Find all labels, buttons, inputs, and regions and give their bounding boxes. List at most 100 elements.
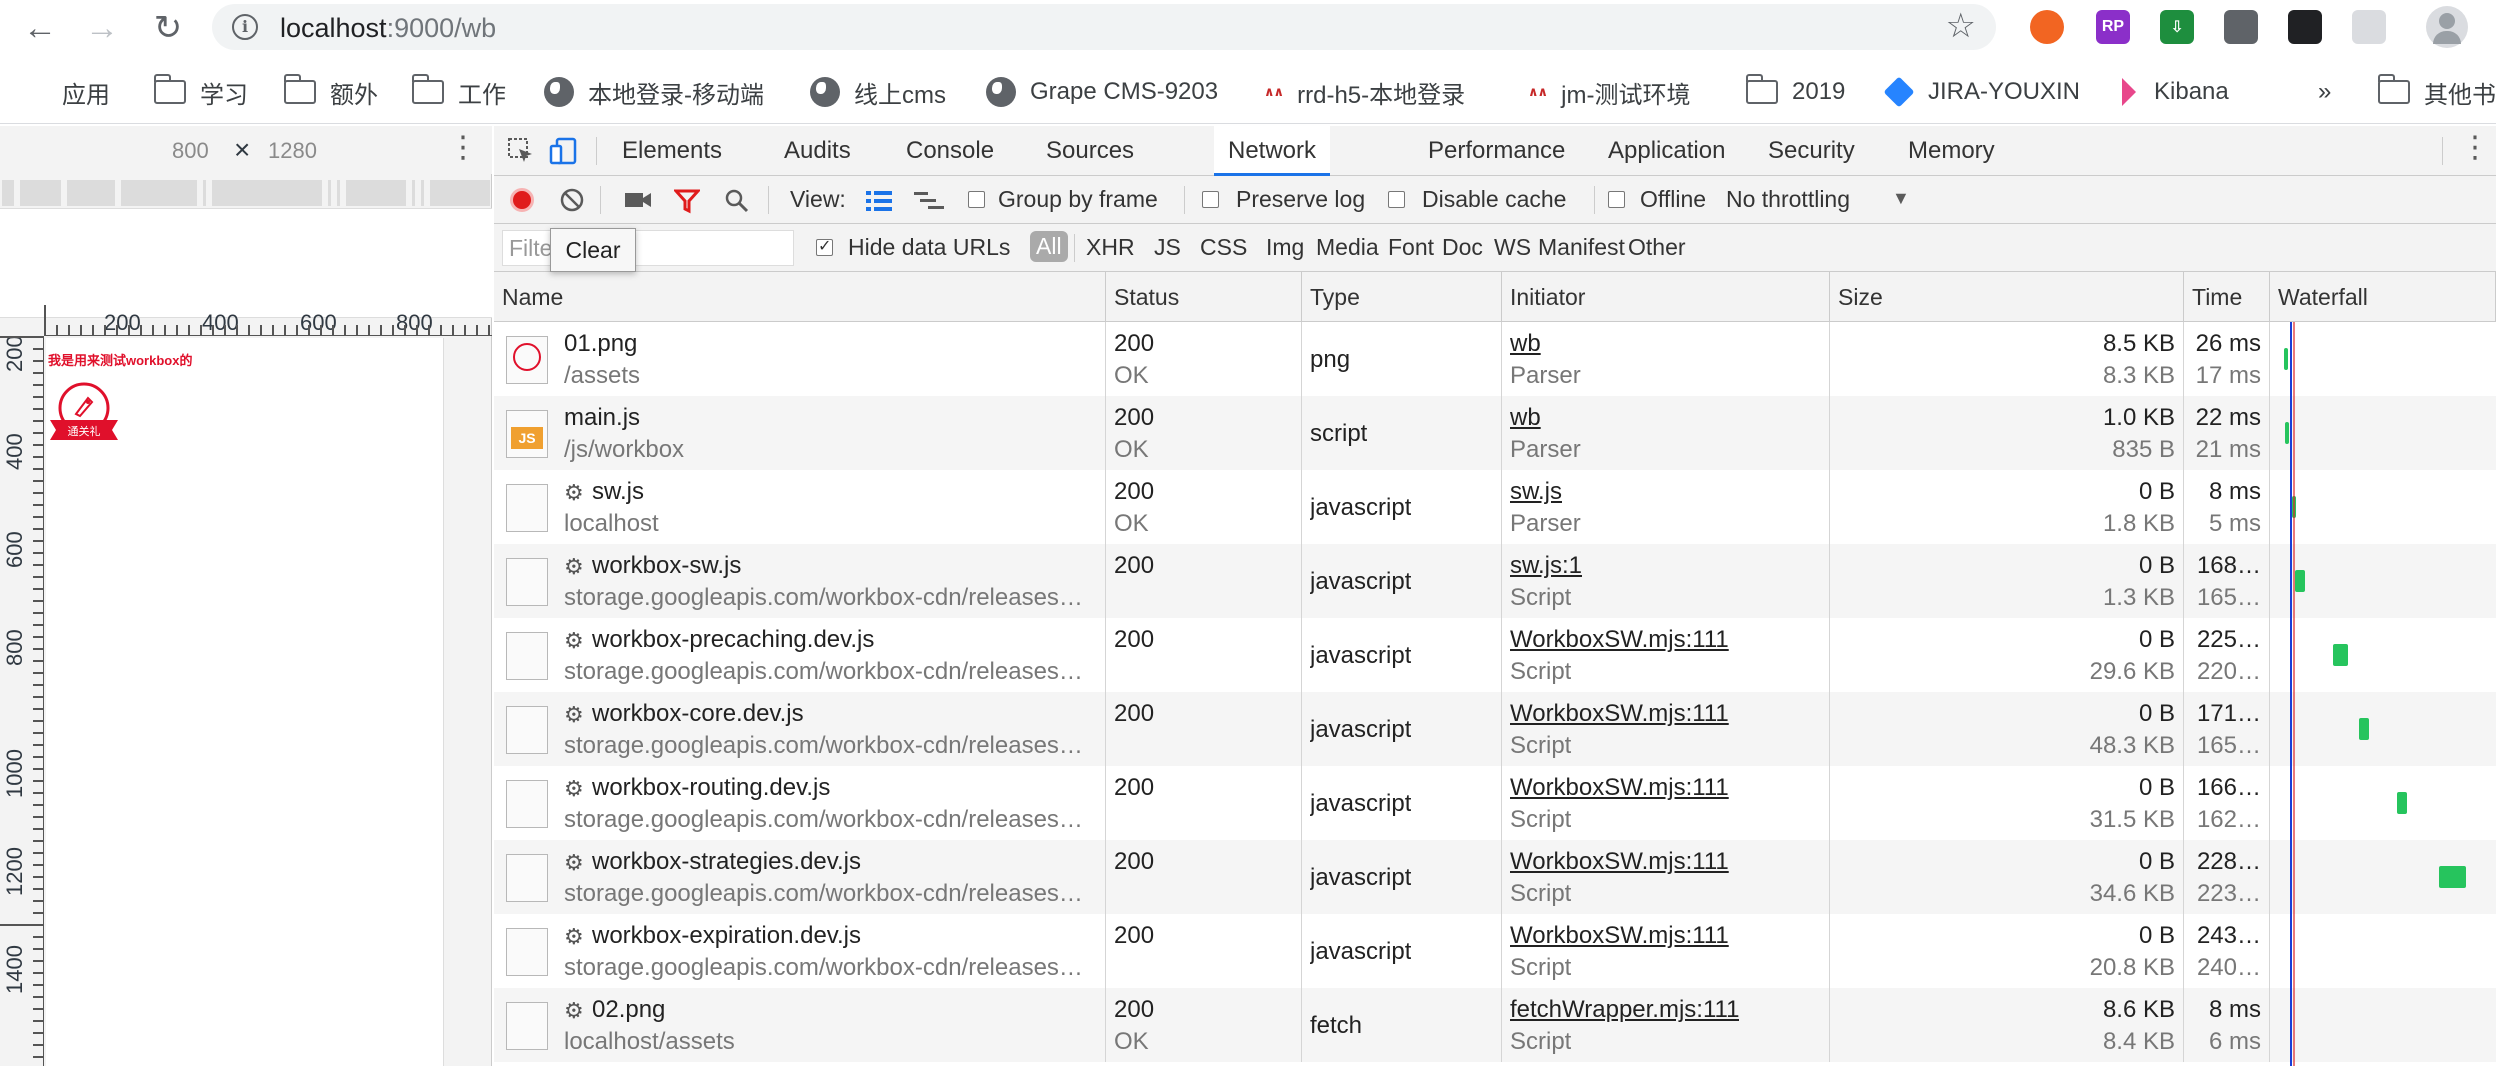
table-row[interactable]: ⚙ 02.png localhost/assets 200 OK fetch fetchWr… <box>494 988 2496 1062</box>
filter-type-css[interactable]: CSS <box>1200 234 1247 261</box>
tab-security[interactable]: Security <box>1768 126 1855 176</box>
initiator-link[interactable]: sw.js:1 <box>1510 552 1582 580</box>
bookmark-star-icon[interactable]: ☆ <box>1946 6 1976 46</box>
throttling-dropdown-icon[interactable]: ▼ <box>1892 188 1910 209</box>
filter-type-doc[interactable]: Doc <box>1442 234 1483 261</box>
table-row[interactable]: ⚙ sw.js localhost 200 OK javascript sw.js Parse… <box>494 470 2496 544</box>
column-header-waterfall[interactable]: Waterfall <box>2270 272 2496 322</box>
tab-sources[interactable]: Sources <box>1046 126 1134 176</box>
filter-type-xhr[interactable]: XHR <box>1086 234 1135 261</box>
bookmark-item[interactable]: Kibana <box>2122 74 2229 110</box>
device-height-input[interactable]: 1280 <box>268 138 317 164</box>
device-width-input[interactable]: 800 <box>172 138 209 164</box>
filter-type-manifest[interactable]: Manifest <box>1538 234 1625 261</box>
waterfall-cell[interactable] <box>2270 396 2496 470</box>
waterfall-cell[interactable] <box>2270 840 2496 914</box>
bookmark-item[interactable]: ∧∧ rrd-h5-本地登录 <box>1264 74 1465 110</box>
bookmark-item[interactable]: ∧∧ jm-测试环境 <box>1528 74 1690 110</box>
device-menu-icon[interactable]: ⋮ <box>448 130 478 165</box>
ext-orange-ring-icon[interactable] <box>2030 10 2064 44</box>
table-row[interactable]: ⚙ workbox-sw.js storage.googleapis.com/wor… <box>494 544 2496 618</box>
large-rows-view-icon[interactable] <box>866 190 892 212</box>
offline-checkbox[interactable] <box>1608 191 1625 208</box>
ext-pocket-icon[interactable] <box>2224 10 2258 44</box>
initiator-link[interactable]: WorkboxSW.mjs:111 <box>1510 626 1729 654</box>
name-cell[interactable]: ⚙ workbox-core.dev.js storage.googleapis.c… <box>494 692 1106 766</box>
waterfall-cell[interactable] <box>2270 692 2496 766</box>
tab-audits[interactable]: Audits <box>784 126 851 176</box>
record-icon[interactable] <box>510 188 534 212</box>
filter-type-media[interactable]: Media <box>1316 234 1379 261</box>
bookmark-item[interactable]: JIRA-YOUXIN <box>1883 74 2080 110</box>
ext-settings-icon[interactable] <box>2352 10 2386 44</box>
name-cell[interactable]: ⚙ workbox-sw.js storage.googleapis.com/wor… <box>494 544 1106 618</box>
bookmark-item[interactable]: 线上cms <box>810 74 946 110</box>
search-icon[interactable] <box>724 188 750 214</box>
tab-console[interactable]: Console <box>906 126 994 176</box>
table-row[interactable]: ⚙ workbox-precaching.dev.js storage.google… <box>494 618 2496 692</box>
bookmark-item[interactable]: » <box>2318 74 2331 110</box>
bookmark-item[interactable]: 2019 <box>1745 74 1845 110</box>
table-row[interactable]: ⚙ workbox-core.dev.js storage.googleapis.c… <box>494 692 2496 766</box>
column-header-status[interactable]: Status <box>1106 272 1302 322</box>
column-header-time[interactable]: Time <box>2184 272 2270 322</box>
filter-funnel-icon[interactable] <box>674 188 700 214</box>
bookmark-item[interactable]: 本地登录-移动端 <box>544 74 764 110</box>
reload-icon[interactable]: ↻ <box>148 8 188 48</box>
initiator-link[interactable]: WorkboxSW.mjs:111 <box>1510 774 1729 802</box>
forward-arrow-icon[interactable]: → <box>82 8 122 48</box>
initiator-link[interactable]: fetchWrapper.mjs:111 <box>1510 996 1739 1024</box>
bookmark-item[interactable]: 工作 <box>411 74 506 110</box>
filter-input[interactable]: Filter <box>502 230 794 266</box>
bookmark-item[interactable]: 应用 <box>20 74 110 110</box>
column-header-size[interactable]: Size <box>1830 272 2184 322</box>
table-row[interactable]: ⚙ workbox-strategies.dev.js storage.google… <box>494 840 2496 914</box>
address-bar[interactable]: i localhost:9000/wb ☆ <box>212 4 1996 50</box>
name-cell[interactable]: JS main.js/js/workbox <box>494 396 1106 470</box>
clear-icon[interactable] <box>560 188 584 212</box>
site-info-icon[interactable]: i <box>232 14 258 40</box>
screenshot-camera-icon[interactable] <box>624 190 652 210</box>
tab-elements[interactable]: Elements <box>622 126 722 176</box>
filter-type-ws[interactable]: WS <box>1494 234 1531 261</box>
name-cell[interactable]: ⚙ workbox-routing.dev.js storage.googleapi… <box>494 766 1106 840</box>
filter-type-all[interactable]: All <box>1030 231 1068 262</box>
initiator-link[interactable]: wb <box>1510 330 1541 358</box>
waterfall-cell[interactable] <box>2270 766 2496 840</box>
bookmark-item[interactable]: 额外 <box>283 74 378 110</box>
group-by-frame-checkbox[interactable] <box>968 191 985 208</box>
preserve-log-checkbox[interactable] <box>1202 191 1219 208</box>
table-row[interactable]: JS main.js/js/workbox 200 OK script wb Parser 1… <box>494 396 2496 470</box>
tab-performance[interactable]: Performance <box>1428 126 1565 176</box>
profile-avatar-icon[interactable] <box>2426 6 2468 48</box>
ext-qr-icon[interactable] <box>2288 10 2322 44</box>
device-toolbar-toggle-icon[interactable] <box>548 136 578 166</box>
initiator-link[interactable]: wb <box>1510 404 1541 432</box>
initiator-link[interactable]: WorkboxSW.mjs:111 <box>1510 700 1729 728</box>
waterfall-cell[interactable] <box>2270 618 2496 692</box>
table-row[interactable]: 01.png/assets 200 OK png wb Parser 8.5 KB 8.3 K… <box>494 322 2496 396</box>
emulated-viewport[interactable]: 我是用来测试workbox的 通关礼 <box>46 338 444 1066</box>
name-cell[interactable]: ⚙ sw.js localhost <box>494 470 1106 544</box>
table-row[interactable]: ⚙ workbox-expiration.dev.js storage.google… <box>494 914 2496 988</box>
waterfall-cell[interactable] <box>2270 988 2496 1062</box>
name-cell[interactable]: 01.png/assets <box>494 322 1106 396</box>
devtools-menu-icon[interactable]: ⋮ <box>2460 130 2490 165</box>
ext-download-icon[interactable]: ⇩ <box>2160 10 2194 44</box>
tab-network[interactable]: Network <box>1214 126 1331 176</box>
waterfall-cell[interactable] <box>2270 470 2496 544</box>
column-header-type[interactable]: Type <box>1302 272 1502 322</box>
overview-waterfall-icon[interactable] <box>914 190 944 212</box>
tab-memory[interactable]: Memory <box>1908 126 1995 176</box>
name-cell[interactable]: ⚙ workbox-strategies.dev.js storage.google… <box>494 840 1106 914</box>
name-cell[interactable]: ⚙ workbox-precaching.dev.js storage.google… <box>494 618 1106 692</box>
name-cell[interactable]: ⚙ workbox-expiration.dev.js storage.google… <box>494 914 1106 988</box>
initiator-link[interactable]: WorkboxSW.mjs:111 <box>1510 922 1729 950</box>
bookmark-item[interactable]: 学习 <box>153 74 248 110</box>
initiator-link[interactable]: sw.js <box>1510 478 1562 506</box>
column-header-initiator[interactable]: Initiator <box>1502 272 1830 322</box>
url-text[interactable]: localhost:9000/wb <box>280 13 496 44</box>
tab-application[interactable]: Application <box>1608 126 1725 176</box>
filter-type-other[interactable]: Other <box>1628 234 1686 261</box>
table-row[interactable]: ⚙ workbox-routing.dev.js storage.googleapi… <box>494 766 2496 840</box>
